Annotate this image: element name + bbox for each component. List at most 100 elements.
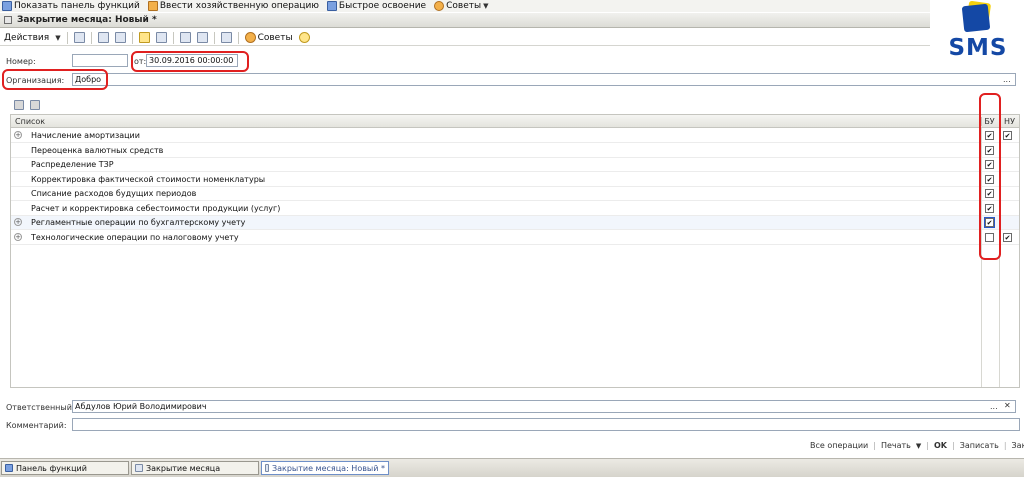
panel-icon [2,1,12,11]
book-icon [326,1,337,11]
actions-tips-button[interactable]: Советы [244,32,293,43]
task-panel-functions[interactable]: Панель функций [1,461,129,475]
organization-input[interactable]: Добро [72,73,1016,86]
row-label: Регламентные операции по бухгалтерскому … [31,218,246,227]
table-row[interactable]: Корректировка фактической стоимости номе… [11,173,1019,187]
separator: | [873,441,876,450]
tips-label: Советы [446,1,482,11]
tips-icon [244,32,256,43]
separator [90,31,92,44]
expand-icon[interactable]: + [14,131,22,139]
actions-tips-label: Советы [257,32,293,43]
nu-checkbox[interactable] [1003,232,1012,242]
check-all-icon[interactable] [14,100,24,110]
row-label: Начисление амортизации [31,131,140,140]
number-input[interactable] [72,54,128,67]
clear-icon[interactable]: ✕ [1004,401,1011,410]
highlight-date [131,51,249,72]
highlight-organization [2,69,108,90]
window-title: Закрытие месяца: Новый * [17,15,157,25]
task-month-close-new[interactable]: Закрытие месяца: Новый * [261,461,389,475]
table-row[interactable]: + Регламентные операции по бухгалтерскому… [11,216,1019,230]
dt-kt-icon[interactable] [179,32,191,43]
actions-menu[interactable]: Действия [4,33,49,43]
table-row[interactable]: Расчет и корректировка себестоимости про… [11,202,1019,216]
expand-icon[interactable]: + [14,218,22,226]
all-operations-button[interactable]: Все операции [810,441,868,450]
enter-operation-button[interactable]: Ввести хозяйственную операцию [147,1,319,11]
form-buttons: Все операции | Печать ▼ | OK | Записать … [810,441,1024,450]
print-button[interactable]: Печать [881,441,911,450]
separator [172,31,174,44]
window-titlebar: Закрытие месяца: Новый * [0,13,930,28]
comment-label: Комментарий: [6,421,67,430]
task-month-close[interactable]: Закрытие месяца [131,461,259,475]
help-icon[interactable] [298,32,310,43]
task-label: Панель функций [16,463,87,473]
row-label: Распределение ТЗР [31,160,114,169]
row-label: Переоценка валютных средств [31,145,164,155]
uncheck-all-icon[interactable] [30,100,40,110]
table-header: Список БУ НУ [11,115,1019,128]
responsible-input[interactable]: Абдулов Юрий Володимирович [72,400,1016,413]
company-logo: SMS [930,0,1024,61]
row-label: Расчет и корректировка себестоимости про… [31,203,281,213]
row-label: Корректировка фактической стоимости номе… [31,174,266,184]
separator [213,31,215,44]
tips-button[interactable]: Советы ▼ [434,1,488,11]
separator: | [951,441,955,450]
top-toolbar: Показать панель функций Ввести хозяйстве… [0,0,930,12]
separator [66,31,68,44]
copy-icon[interactable] [97,32,109,43]
chevron-down-icon: ▼ [483,2,489,10]
enter-operation-label: Ввести хозяйственную операцию [159,1,319,11]
task-label: Закрытие месяца: Новый * [271,463,385,473]
quick-start-label: Быстрое освоение [338,1,427,11]
document-icon [265,464,269,472]
separator: | [926,441,929,450]
window-taskbar: Панель функций Закрытие месяца Закрытие … [0,458,1024,477]
operation-icon [147,1,158,11]
table-row[interactable]: Распределение ТЗР [11,158,1019,172]
table-row[interactable]: Переоценка валютных средств [11,144,1019,158]
row-label: Технологические операции по налоговому у… [31,232,239,242]
unpost-icon[interactable] [155,32,167,43]
nu-checkbox[interactable] [1003,131,1012,140]
separator [131,31,133,44]
edit-icon[interactable] [114,32,126,43]
chevron-down-icon[interactable]: ▼ [916,442,921,450]
list-icon[interactable] [220,32,232,43]
panel-icon [5,464,13,472]
logo-blue-shape [961,3,991,33]
separator: | [1003,441,1007,450]
number-label: Номер: [6,57,36,66]
table-row[interactable]: Списание расходов будущих периодов [11,187,1019,201]
separator [237,31,239,44]
organization-select-button[interactable]: ... [1003,75,1011,84]
show-panel-button[interactable]: Показать панель функций [2,1,140,11]
col-list-header: Список [15,117,46,126]
save-button[interactable]: Записать [960,441,999,450]
comment-input[interactable] [72,418,1020,431]
logo-text: SMS [948,35,1008,61]
report-icon[interactable] [196,32,208,43]
quick-start-button[interactable]: Быстрое освоение [326,1,427,11]
operations-table: Список БУ НУ + Начисление амортизации Пере… [10,114,1020,388]
show-panel-label: Показать панель функций [14,1,140,11]
window-icon [4,16,12,24]
close-button[interactable]: Закрыть [1012,441,1024,450]
post-icon[interactable] [138,32,150,43]
add-icon[interactable] [73,32,85,43]
expand-icon[interactable]: + [14,232,22,241]
table-row[interactable]: + Начисление амортизации [11,129,1019,143]
tips-icon [434,1,445,11]
table-row[interactable]: + Технологические операции по налоговому … [11,231,1019,245]
action-bar: Действия ▼ Советы [0,30,930,46]
document-icon [135,464,143,472]
row-label: Списание расходов будущих периодов [31,189,197,198]
ok-button[interactable]: OK [934,441,947,450]
chevron-down-icon[interactable]: ▼ [55,34,60,42]
task-label: Закрытие месяца [146,463,221,473]
col-nu-header: НУ [999,117,1019,126]
responsible-select-button[interactable]: ... [990,402,998,411]
